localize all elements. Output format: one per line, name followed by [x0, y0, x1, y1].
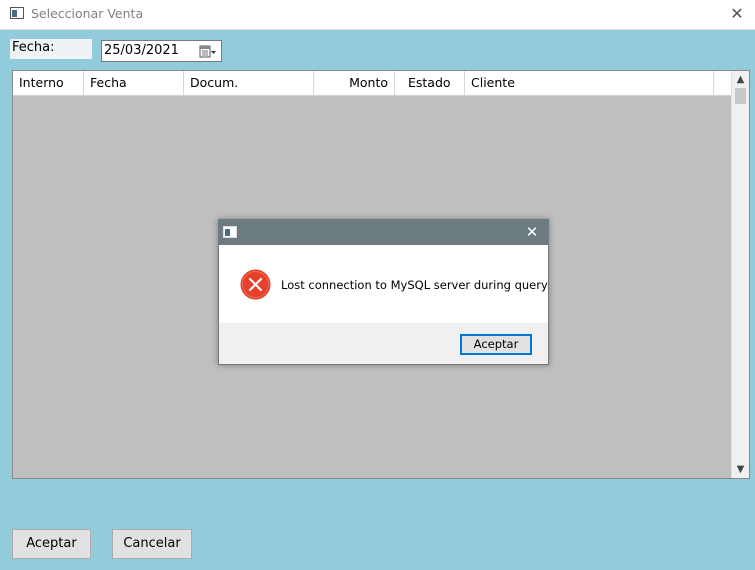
- scroll-thumb[interactable]: [735, 88, 746, 104]
- scroll-down-icon[interactable]: ▼: [732, 461, 749, 478]
- column-header-monto[interactable]: Monto: [314, 71, 395, 95]
- fecha-label: Fecha:: [10, 39, 92, 59]
- dialog-ok-button[interactable]: Aceptar: [460, 334, 532, 355]
- grid-vertical-scrollbar[interactable]: ▲ ▼: [731, 71, 749, 478]
- column-header-estado[interactable]: Estado: [395, 71, 465, 95]
- calendar-dropdown-icon[interactable]: [199, 44, 217, 58]
- column-header-fecha[interactable]: Fecha: [84, 71, 184, 95]
- cancel-button[interactable]: Cancelar: [112, 529, 192, 559]
- date-picker[interactable]: 25/03/2021: [101, 40, 222, 62]
- window-titlebar: Seleccionar Venta ✕: [0, 0, 755, 30]
- column-header-interno[interactable]: Interno: [13, 71, 84, 95]
- accept-button[interactable]: Aceptar: [12, 529, 91, 559]
- error-icon: [240, 269, 271, 300]
- app-window-icon: [10, 7, 24, 19]
- window-title: Seleccionar Venta: [31, 6, 144, 21]
- window-close-button[interactable]: ✕: [727, 4, 747, 24]
- column-header-cliente[interactable]: Cliente: [465, 71, 714, 95]
- dialog-window-icon: [223, 226, 237, 238]
- dialog-close-button[interactable]: ✕: [522, 222, 542, 242]
- error-dialog: ✕ Lost connection to MySQL server during…: [218, 219, 549, 365]
- dialog-titlebar: ✕: [219, 220, 548, 245]
- grid-header: Interno Fecha Docum. Monto Estado Client…: [13, 71, 733, 96]
- dialog-message: Lost connection to MySQL server during q…: [281, 278, 548, 292]
- scroll-up-icon[interactable]: ▲: [732, 71, 749, 88]
- column-header-docum[interactable]: Docum.: [184, 71, 314, 95]
- date-value[interactable]: 25/03/2021: [104, 43, 179, 58]
